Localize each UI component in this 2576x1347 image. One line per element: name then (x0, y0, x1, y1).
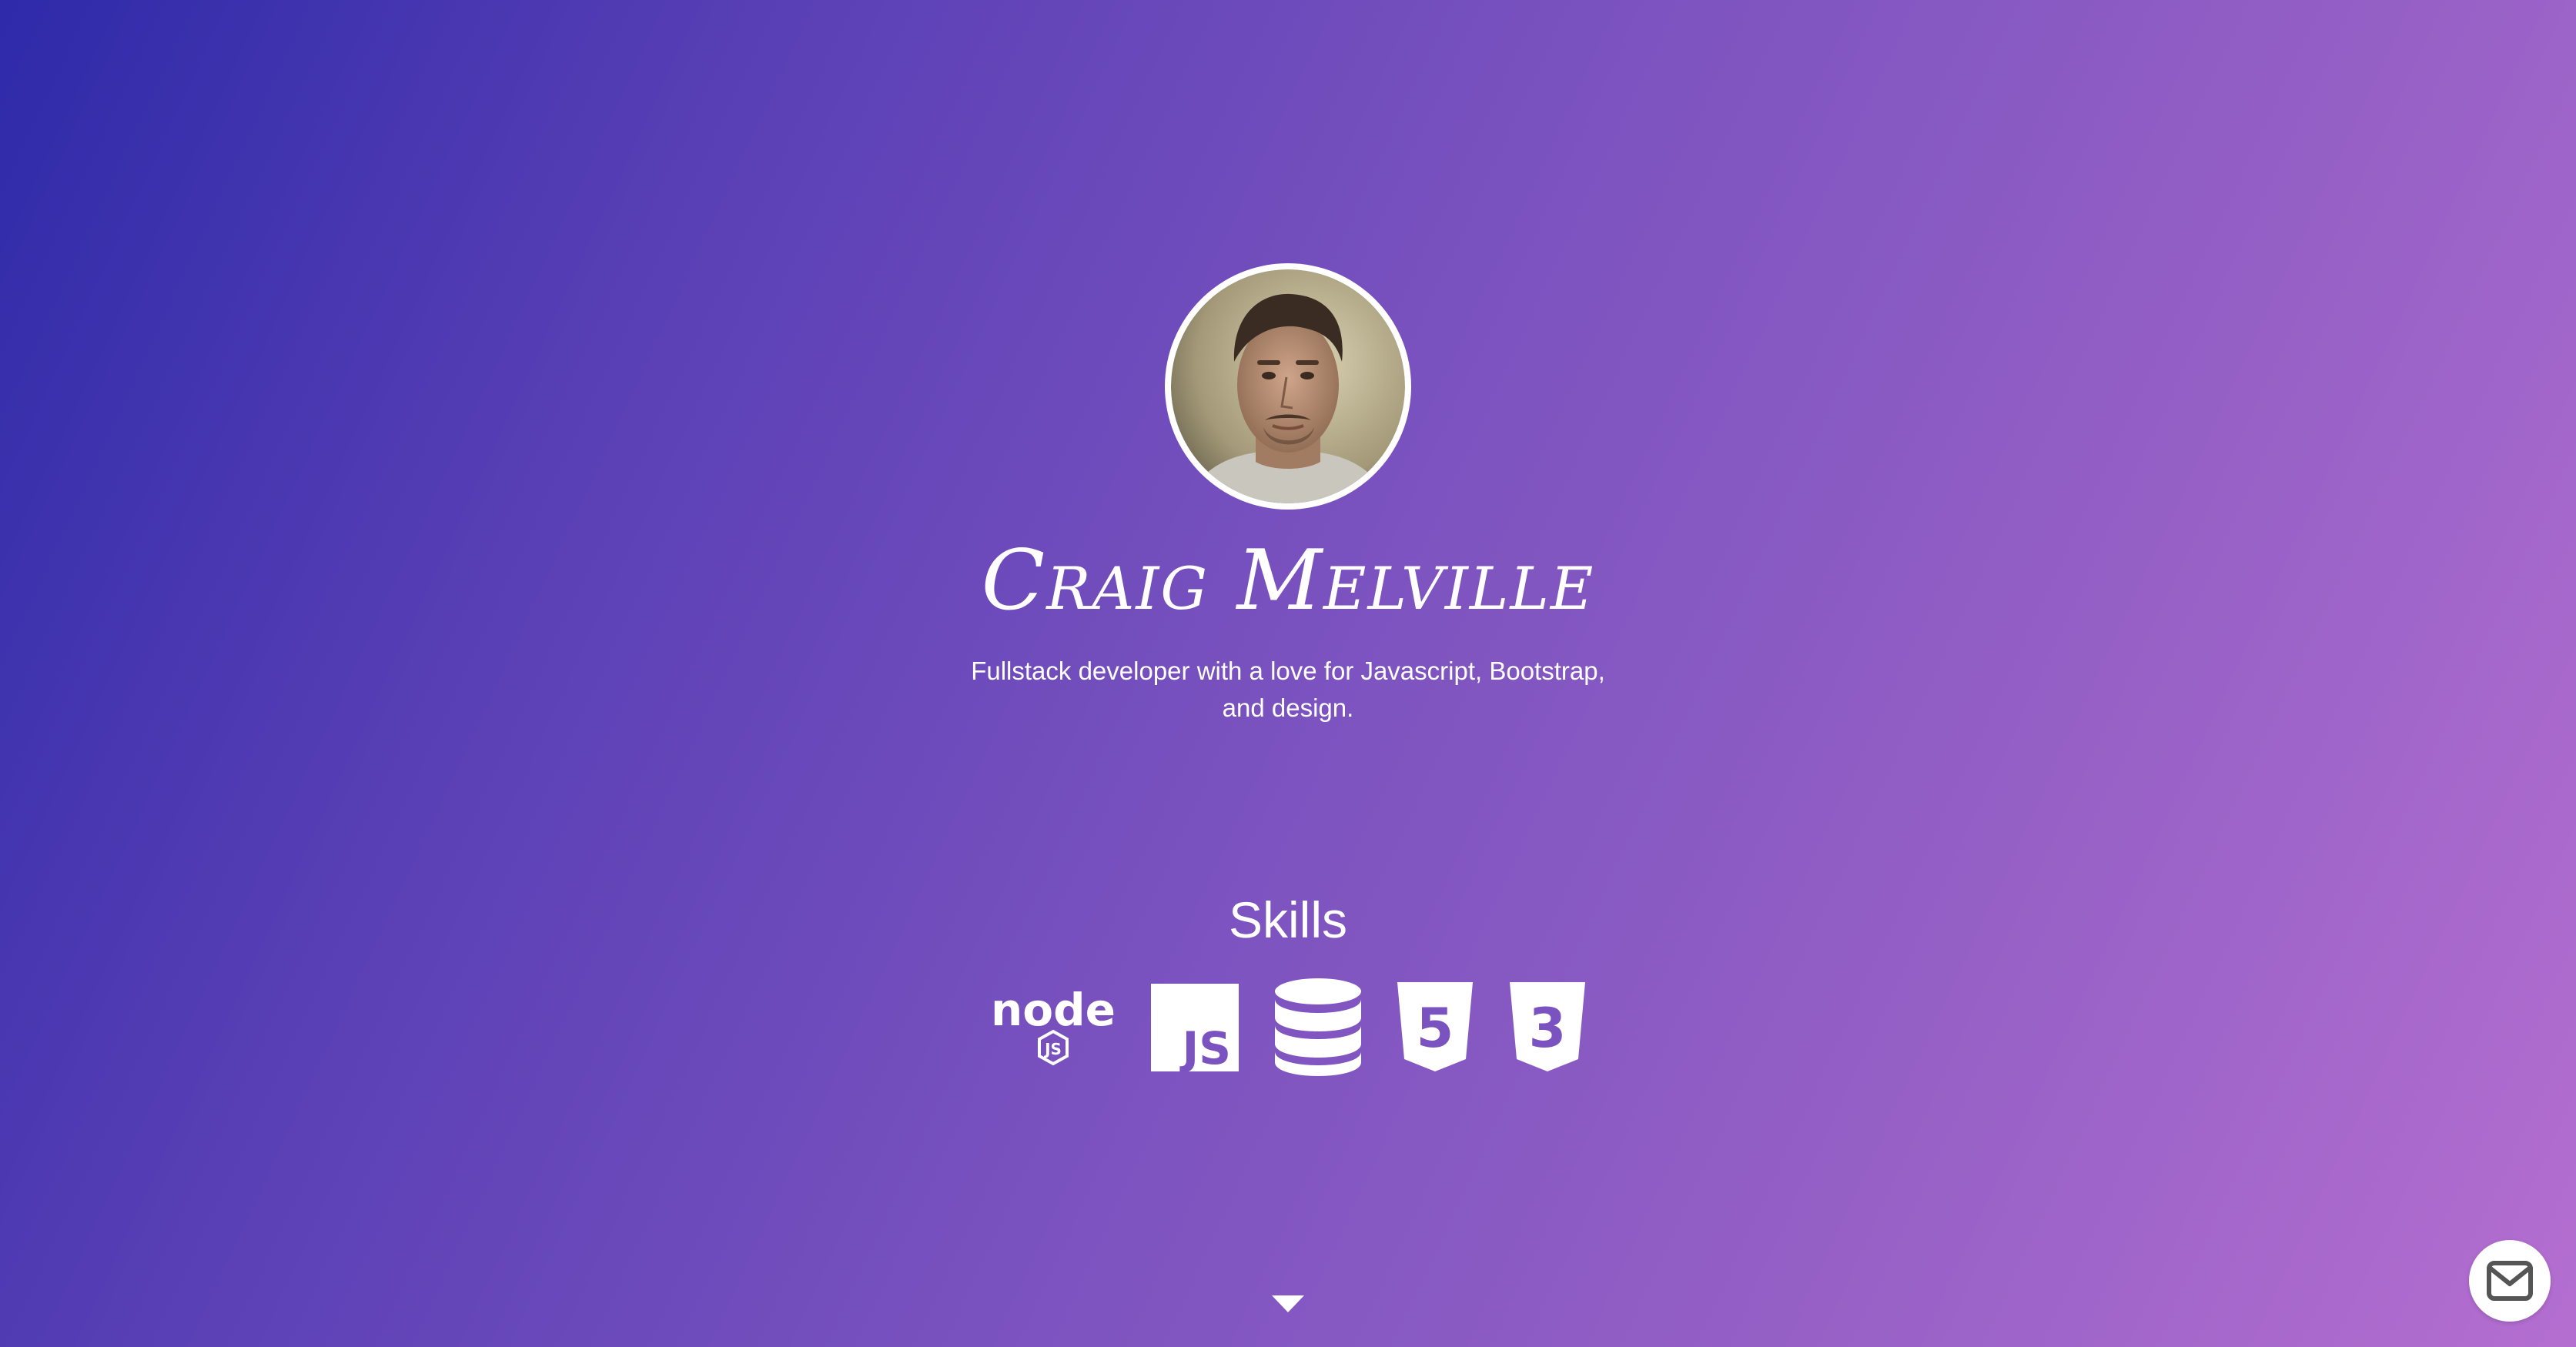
css3-icon-text: 3 (1529, 997, 1567, 1060)
nodejs-icon-subtext: JS (1043, 1040, 1062, 1058)
html5-icon: 5 (1397, 982, 1473, 1071)
hero-section: Craig Melville Fullstack developer with … (0, 0, 2576, 1347)
skills-icon-row: node JS JS 5 3 (0, 978, 2576, 1078)
profile-tagline: Fullstack developer with a love for Java… (934, 653, 1642, 727)
javascript-icon-text: JS (1179, 1022, 1231, 1071)
database-icon (1275, 978, 1361, 1076)
profile-name: Craig Melville (981, 533, 1595, 629)
javascript-icon: JS (1151, 984, 1239, 1071)
tagline-line-2: and design. (1222, 694, 1354, 722)
contact-button[interactable] (2469, 1240, 2551, 1322)
tagline-line-1: Fullstack developer with a love for Java… (971, 657, 1605, 685)
skills-heading: Skills (1228, 891, 1347, 948)
avatar-photo (1171, 269, 1405, 503)
html5-icon-text: 5 (1417, 997, 1454, 1060)
envelope-icon (2487, 1261, 2533, 1301)
caret-down-icon[interactable] (1272, 1295, 1304, 1314)
avatar (1165, 263, 1411, 510)
nodejs-icon-text: node (991, 985, 1116, 1036)
nodejs-icon: node JS (991, 985, 1116, 1066)
css3-icon: 3 (1510, 982, 1585, 1071)
